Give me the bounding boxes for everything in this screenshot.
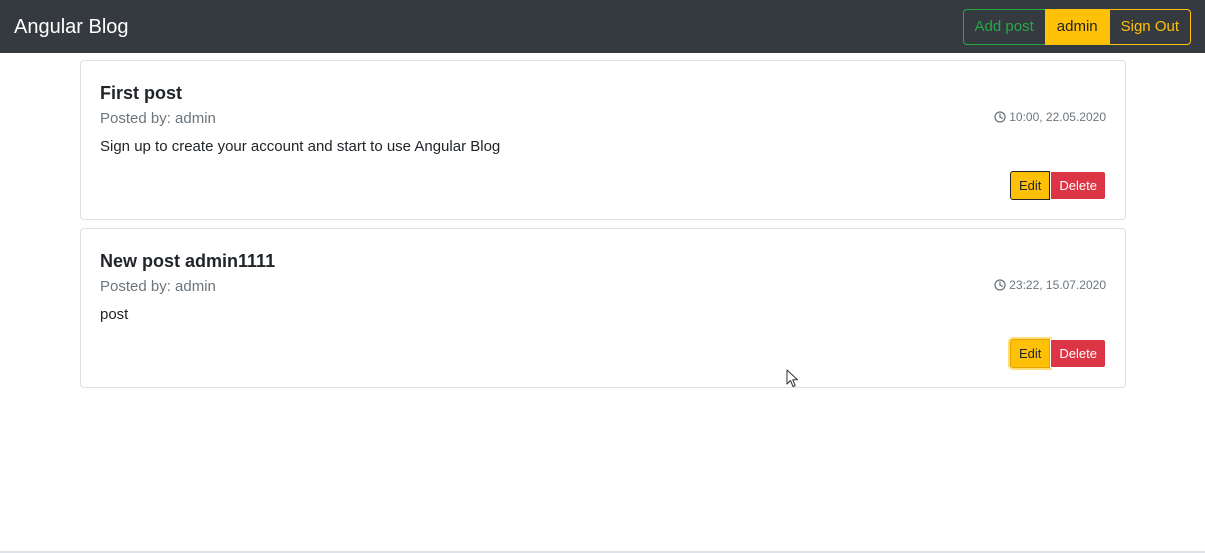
post-title: New post admin1111 xyxy=(100,251,276,271)
post-date: 10:00, 22.05.2020 xyxy=(994,109,1106,125)
edit-button[interactable]: Edit xyxy=(1010,171,1051,200)
user-button[interactable]: admin xyxy=(1044,9,1110,45)
edit-button[interactable]: Edit xyxy=(1010,339,1051,368)
post-date-text: 10:00, 22.05.2020 xyxy=(1009,110,1106,124)
post-card: First post Posted by: admin Sign up to c… xyxy=(80,60,1126,220)
post-actions: Edit Delete xyxy=(1010,171,1106,200)
delete-button[interactable]: Delete xyxy=(1050,171,1106,200)
post-card: New post admin1111 Posted by: admin post… xyxy=(80,228,1126,388)
delete-button[interactable]: Delete xyxy=(1050,339,1106,368)
post-title: First post xyxy=(100,83,183,103)
post-author: Posted by: admin xyxy=(100,110,216,127)
post-text: post xyxy=(100,306,129,323)
clock-icon xyxy=(994,111,1006,123)
add-post-button[interactable]: Add post xyxy=(962,9,1046,45)
clock-icon xyxy=(994,279,1006,291)
post-text: Sign up to create your account and start… xyxy=(100,138,501,155)
user-actions-group: Add post admin Sign Out xyxy=(962,9,1191,45)
post-date: 23:22, 15.07.2020 xyxy=(994,277,1106,293)
sign-out-button[interactable]: Sign Out xyxy=(1108,9,1191,45)
navbar: Angular Blog Add post admin Sign Out xyxy=(0,0,1205,53)
posts-list: First post Posted by: admin Sign up to c… xyxy=(80,60,1126,396)
post-author: Posted by: admin xyxy=(100,278,216,295)
brand-link[interactable]: Angular Blog xyxy=(14,14,129,40)
post-actions: Edit Delete xyxy=(1010,339,1106,368)
mouse-cursor-icon xyxy=(786,369,798,387)
post-date-text: 23:22, 15.07.2020 xyxy=(1009,278,1106,292)
